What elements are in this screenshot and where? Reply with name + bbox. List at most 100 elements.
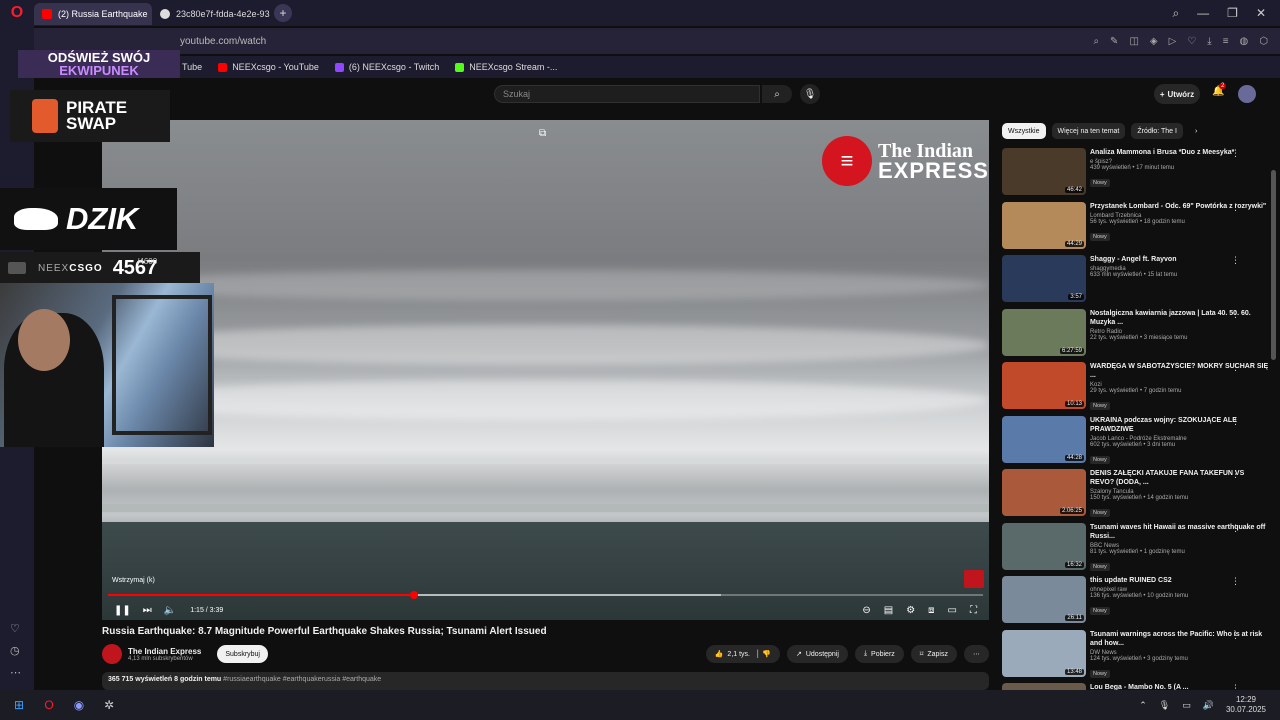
channel-avatar[interactable]: [102, 644, 122, 664]
channel-watermark[interactable]: [964, 570, 984, 588]
play-icon[interactable]: ▷: [1169, 36, 1177, 47]
video-thumbnail[interactable]: 46:42: [1002, 148, 1086, 195]
voice-search-button[interactable]: 🎙: [800, 84, 820, 104]
volume-icon[interactable]: 🔊: [1203, 700, 1214, 711]
next-icon[interactable]: ⏭: [143, 605, 152, 616]
channel-name[interactable]: The Indian Express: [128, 647, 201, 656]
more-vertical-icon[interactable]: ⋮: [1231, 362, 1240, 373]
more-vertical-icon[interactable]: ⋮: [1231, 148, 1240, 159]
shield-icon[interactable]: ◈: [1150, 36, 1158, 47]
heart-icon[interactable]: ♡: [1187, 36, 1196, 47]
list-item[interactable]: 6:27:59 Nostalgiczna kawiarnia jazzowa | …: [1002, 308, 1270, 363]
share-button[interactable]: ↗ Udostępnij: [786, 645, 848, 663]
recommendation-title[interactable]: Shaggy - Angel ft. Rayvon: [1090, 255, 1270, 264]
list-item[interactable]: 13:48 Tsunami warnings across the Pacific…: [1002, 629, 1270, 684]
search-button[interactable]: ⌕: [762, 85, 792, 103]
recommendation-title[interactable]: Tsunami waves hit Hawaii as massive eart…: [1090, 523, 1270, 541]
avatar[interactable]: [1238, 85, 1256, 103]
video-thumbnail[interactable]: 44:28: [1002, 415, 1086, 463]
video-thumbnail[interactable]: 26:11: [1002, 576, 1086, 623]
minimize-icon[interactable]: —: [1197, 6, 1209, 20]
settings-gear-icon[interactable]: ⚙: [906, 605, 915, 616]
video-thumbnail[interactable]: 13:48: [1002, 629, 1086, 677]
recommendation-title[interactable]: Analiza Mammona i Brusa *Duo z Meesyka*: [1090, 148, 1270, 157]
recommendation-title[interactable]: Tsunami warnings across the Pacific: Who…: [1090, 630, 1270, 648]
recommendation-title[interactable]: this update RUINED CS2: [1090, 576, 1270, 585]
progress-bar[interactable]: [108, 591, 983, 599]
recommendation-title[interactable]: DENIS ZAŁĘCKI ATAKUJE FANA TAKEFUN VS RE…: [1090, 469, 1270, 487]
tab-russia-earthquake[interactable]: (2) Russia Earthquake: [34, 3, 152, 25]
app-icon[interactable]: ✲: [98, 694, 120, 716]
recommendation-title[interactable]: WARDĘGA W SABOTAŻYŚCIE? MOKRY SUCHAR SIĘ…: [1090, 362, 1270, 380]
chevron-right-icon[interactable]: ›: [1189, 123, 1203, 139]
search-tabs-icon[interactable]: ⌕: [1172, 6, 1179, 21]
save-button[interactable]: ⌑ Zapisz: [910, 645, 957, 663]
more-vertical-icon[interactable]: ⋮: [1231, 469, 1240, 480]
menu-icon[interactable]: ≡: [1223, 36, 1229, 47]
chip-all[interactable]: Wszystkie: [1002, 123, 1046, 139]
bookmark-twitch[interactable]: (6) NEEXcsgo - Twitch: [334, 62, 439, 72]
fullscreen-icon[interactable]: ⛶: [970, 605, 977, 616]
heart-icon[interactable]: ♡: [10, 622, 20, 635]
video-player[interactable]: ⧉ ≡ The Indian EXPRESS Wstrzymaj (k) ❚❚ …: [102, 120, 989, 620]
download-button[interactable]: ⤓ Pobierz: [854, 645, 904, 663]
list-item[interactable]: 26:11 this update RUINED CS2 ohnepixel raw…: [1002, 576, 1270, 630]
list-item[interactable]: 16:32 Tsunami waves hit Hawaii as massive…: [1002, 522, 1270, 577]
video-thumbnail[interactable]: 2:06:25: [1002, 469, 1086, 516]
miniplayer-button-icon[interactable]: ⧈: [928, 605, 934, 616]
subtitles-icon[interactable]: ▤: [884, 605, 893, 616]
recommendation-title[interactable]: Nostalgiczna kawiarnia jazzowa | Lata 40…: [1090, 309, 1270, 327]
recommendation-title[interactable]: UKRAINA podczas wojny: SZOKUJĄCE ALE PRA…: [1090, 416, 1270, 434]
more-vertical-icon[interactable]: ⋮: [1231, 202, 1240, 213]
subscribe-button[interactable]: Subskrybuj: [217, 645, 268, 663]
profile-icon[interactable]: ◍: [1240, 36, 1249, 47]
like-button[interactable]: 👍 2,1 tys. │ 👎: [705, 645, 780, 663]
windows-start-icon[interactable]: ⊞: [8, 694, 30, 716]
chip-related[interactable]: Więcej na ten temat: [1051, 123, 1126, 139]
autoplay-toggle-icon[interactable]: ⊖: [862, 605, 870, 616]
more-vertical-icon[interactable]: ⋮: [1231, 630, 1240, 641]
discord-icon[interactable]: ◉: [68, 694, 90, 716]
url-field[interactable]: youtube.com/watch: [180, 36, 266, 47]
more-vertical-icon[interactable]: ⋮: [1231, 255, 1240, 266]
more-vertical-icon[interactable]: ⋮: [1231, 309, 1240, 320]
hashtags[interactable]: #russiaearthquake #earthquakerussia #ear…: [223, 676, 381, 683]
list-item[interactable]: 46:42 Analiza Mammona i Brusa *Duo z Mees…: [1002, 148, 1270, 202]
miniplayer-icon[interactable]: ⧉: [539, 128, 546, 139]
more-vertical-icon[interactable]: ⋮: [1231, 576, 1240, 587]
close-icon[interactable]: ✕: [1256, 6, 1266, 20]
maximize-icon[interactable]: ❐: [1227, 6, 1238, 20]
volume-icon[interactable]: 🔈: [164, 605, 176, 616]
network-icon[interactable]: ▭: [1182, 700, 1191, 711]
video-thumbnail[interactable]: 16:32: [1002, 522, 1086, 570]
more-vertical-icon[interactable]: ⋮: [1231, 416, 1240, 427]
list-item[interactable]: 44:28 UKRAINA podczas wojny: SZOKUJĄCE AL…: [1002, 415, 1270, 470]
tab-second[interactable]: 23c80e7f-fdda-4e2e-932: [152, 3, 270, 25]
video-thumbnail[interactable]: 10:13: [1002, 362, 1086, 409]
list-item[interactable]: 10:13 WARDĘGA W SABOTAŻYŚCIE? MOKRY SUCHA…: [1002, 362, 1270, 416]
recommendation-title[interactable]: Przystanek Lombard - Odc. 69" Powtórka z…: [1090, 202, 1270, 211]
chip-source[interactable]: Źródło: The I: [1131, 123, 1183, 139]
scrollbar[interactable]: [1271, 170, 1276, 360]
chevron-up-icon[interactable]: ⌃: [1139, 700, 1147, 711]
zoom-icon[interactable]: ⌕: [1093, 36, 1099, 47]
video-thumbnail[interactable]: 6:27:59: [1002, 308, 1086, 356]
opera-taskbar-icon[interactable]: O: [38, 694, 60, 716]
microphone-icon[interactable]: 🎙: [1159, 700, 1170, 711]
address-bar[interactable]: youtube.com/watch ⌕ ✎ ◫ ◈ ▷ ♡ ⤓ ≡ ◍ ⬡: [34, 28, 1280, 54]
list-item[interactable]: 3:57 Shaggy - Angel ft. Rayvon shaggymedia…: [1002, 255, 1270, 309]
more-icon[interactable]: ⋯: [10, 666, 21, 679]
extensions-icon[interactable]: ⬡: [1259, 36, 1268, 47]
edit-icon[interactable]: ✎: [1110, 36, 1118, 47]
description-box[interactable]: 365 715 wyświetleń 8 godzin temu #russia…: [102, 672, 989, 690]
camera-icon[interactable]: ◫: [1129, 36, 1138, 47]
bookmark-neex-youtube[interactable]: NEEXcsgo - YouTube: [218, 62, 319, 72]
history-icon[interactable]: ◷: [10, 644, 20, 657]
video-thumbnail[interactable]: 44:29: [1002, 201, 1086, 249]
video-thumbnail[interactable]: 3:57: [1002, 255, 1086, 302]
bookmark-kick[interactable]: NEEXcsgo Stream -...: [455, 62, 557, 72]
list-item[interactable]: 2:06:25 DENIS ZAŁĘCKI ATAKUJE FANA TAKEFU…: [1002, 469, 1270, 523]
opera-logo-icon[interactable]: O: [0, 0, 34, 26]
theater-mode-icon[interactable]: ▭: [948, 605, 957, 616]
bookmark-youtube[interactable]: Tube: [182, 62, 202, 72]
